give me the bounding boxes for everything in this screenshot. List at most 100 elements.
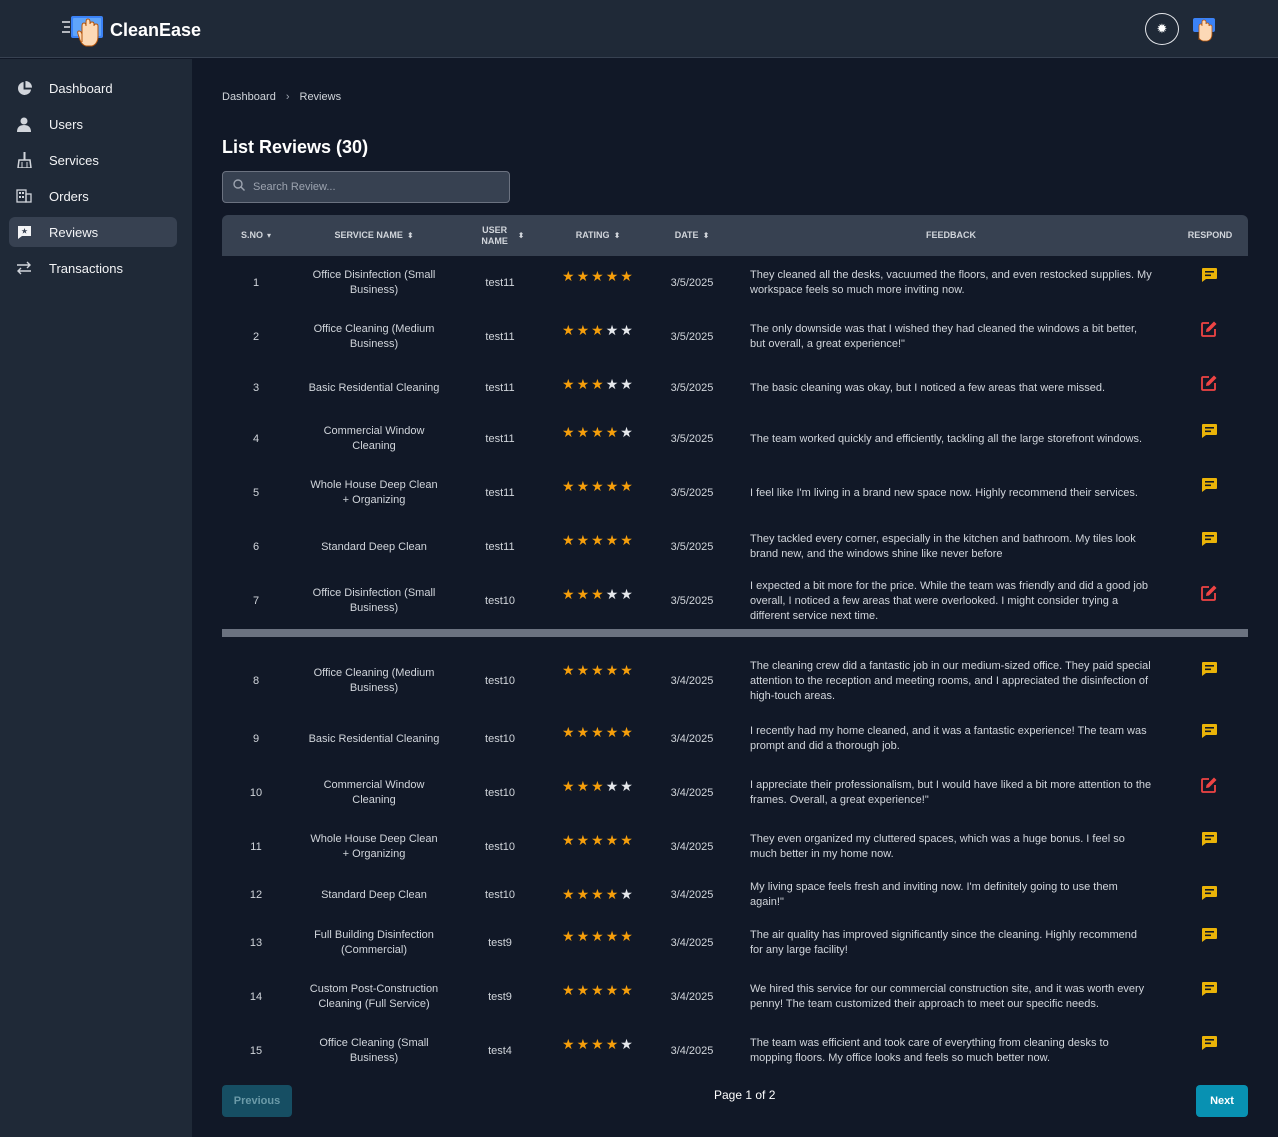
date-cell: 3/5/2025 — [670, 486, 714, 499]
sort-icon: ⬍ — [406, 231, 414, 240]
sidebar-item-transactions[interactable]: Transactions — [9, 253, 177, 283]
star-empty-icon: ★ — [605, 322, 619, 338]
feedback-cell: The air quality has improved significant… — [750, 929, 1138, 956]
message-response-icon[interactable] — [1200, 660, 1218, 678]
breadcrumb-root[interactable]: Dashboard — [222, 91, 276, 103]
user-name-cell: test10 — [485, 674, 515, 687]
message-response-icon[interactable] — [1200, 884, 1218, 902]
message-response-icon[interactable] — [1200, 722, 1218, 740]
user-name-cell: test9 — [488, 936, 512, 949]
star-filled-icon: ★ — [620, 982, 633, 998]
sno-cell: 10 — [249, 786, 263, 799]
star-filled-icon: ★ — [591, 586, 604, 602]
message-response-icon[interactable] — [1200, 980, 1218, 998]
message-response-icon[interactable] — [1200, 926, 1218, 944]
column-header-date[interactable]: DATE ⬍ — [654, 215, 730, 256]
message-response-icon[interactable] — [1200, 476, 1218, 494]
page-title: List Reviews (30) — [222, 137, 369, 157]
message-response-icon[interactable] — [1200, 422, 1218, 440]
star-filled-icon: ★ — [620, 662, 633, 678]
star-filled-icon: ★ — [562, 832, 575, 848]
app-logo[interactable]: CleanEase — [62, 12, 201, 48]
star-filled-icon: ★ — [562, 586, 575, 602]
row-divider[interactable] — [222, 629, 1248, 637]
star-filled-icon: ★ — [562, 322, 575, 338]
column-header-service[interactable]: SERVICE NAME ⬍ — [290, 215, 458, 256]
search-box[interactable] — [222, 171, 510, 203]
main-content: Dashboard › Reviews List Reviews (30) S.… — [192, 59, 1278, 1137]
column-header-sno[interactable]: S.NO ▾ — [222, 215, 290, 256]
rating-stars: ★ ★ ★ ★ ★ — [562, 376, 633, 392]
sidebar-item-reviews[interactable]: Reviews — [9, 217, 177, 247]
message-response-icon[interactable] — [1200, 1034, 1218, 1052]
sidebar-item-orders[interactable]: Orders — [9, 181, 177, 211]
previous-button[interactable]: Previous — [222, 1085, 292, 1117]
star-filled-icon: ★ — [562, 982, 575, 998]
date-cell: 3/5/2025 — [670, 276, 714, 289]
star-empty-icon: ★ — [605, 778, 619, 794]
column-header-respond: RESPOND — [1172, 215, 1248, 256]
rating-stars: ★ ★ ★ ★ ★ — [562, 1036, 633, 1052]
feedback-cell: The basic cleaning was okay, but I notic… — [750, 381, 1106, 394]
star-filled-icon: ★ — [605, 886, 619, 902]
star-filled-icon: ★ — [620, 532, 633, 548]
column-header-user[interactable]: USER NAME ⬍ — [458, 215, 542, 256]
sno-cell: 15 — [249, 1044, 263, 1057]
feedback-cell: The team was efficient and took care of … — [750, 1037, 1109, 1064]
feedback-cell: The team worked quickly and efficiently,… — [750, 432, 1143, 445]
message-response-icon[interactable] — [1200, 266, 1218, 284]
sidebar-item-label: Reviews — [49, 224, 99, 240]
sidebar-item-label: Transactions — [49, 260, 123, 276]
date-cell: 3/4/2025 — [670, 840, 714, 853]
star-filled-icon: ★ — [605, 928, 619, 944]
star-filled-icon: ★ — [576, 928, 590, 944]
sun-icon: ✹ — [1156, 21, 1168, 36]
header-label: RATING — [575, 230, 610, 240]
edit-response-icon[interactable] — [1200, 374, 1218, 392]
user-avatar[interactable] — [1190, 14, 1218, 42]
star-empty-icon: ★ — [620, 322, 633, 338]
table-row: Standard Deep Clean 6 test11 3/5/2025 They t… — [222, 520, 1248, 574]
sidebar-item-services[interactable]: Services — [9, 145, 177, 175]
feedback-cell: We hired this service for our commercial… — [750, 983, 1145, 1010]
star-filled-icon: ★ — [605, 724, 619, 740]
rating-stars: ★ ★ ★ ★ ★ — [562, 982, 633, 998]
user-name-cell: test11 — [485, 276, 515, 289]
star-filled-icon: ★ — [576, 322, 590, 338]
service-name-cell: Office Cleaning (Medium Business) — [313, 667, 435, 694]
sidebar-item-dashboard[interactable]: Dashboard — [9, 73, 177, 103]
rating-stars: ★ ★ ★ ★ ★ — [562, 322, 633, 338]
column-header-rating[interactable]: RATING ⬍ — [542, 215, 654, 256]
header-label: DATE — [674, 230, 699, 240]
edit-response-icon[interactable] — [1200, 584, 1218, 602]
sidebar-item-users[interactable]: Users — [9, 109, 177, 139]
star-filled-icon: ★ — [576, 662, 590, 678]
message-response-icon[interactable] — [1200, 830, 1218, 848]
arrows-exchange-icon — [16, 260, 32, 276]
edit-response-icon[interactable] — [1200, 776, 1218, 794]
user-icon — [16, 116, 32, 132]
star-filled-icon: ★ — [605, 1036, 619, 1052]
theme-toggle-button[interactable]: ✹ — [1145, 13, 1179, 45]
star-filled-icon: ★ — [591, 1036, 604, 1052]
star-filled-icon: ★ — [562, 376, 575, 392]
feedback-cell: The only downside was that I wished they… — [750, 323, 1138, 350]
service-name-cell: Office Cleaning (Small Business) — [319, 1037, 429, 1064]
user-name-cell: test11 — [485, 432, 515, 445]
user-name-cell: test10 — [485, 888, 515, 901]
star-filled-icon: ★ — [576, 1036, 590, 1052]
next-button[interactable]: Next — [1196, 1085, 1248, 1117]
sort-icon: ⬍ — [702, 231, 710, 240]
message-response-icon[interactable] — [1200, 530, 1218, 548]
sidebar-item-label: Services — [49, 152, 99, 168]
search-input[interactable] — [253, 181, 493, 193]
edit-response-icon[interactable] — [1200, 320, 1218, 338]
table-row: Standard Deep Clean 12 test10 3/4/2025 My li… — [222, 874, 1248, 916]
column-header-feedback: FEEDBACK — [730, 215, 1172, 256]
service-name-cell: Basic Residential Cleaning — [308, 381, 440, 394]
sno-cell: 11 — [250, 840, 262, 853]
star-filled-icon: ★ — [562, 424, 575, 440]
star-filled-icon: ★ — [576, 532, 590, 548]
star-filled-icon: ★ — [591, 886, 604, 902]
rating-stars: ★ ★ ★ ★ ★ — [562, 886, 633, 902]
